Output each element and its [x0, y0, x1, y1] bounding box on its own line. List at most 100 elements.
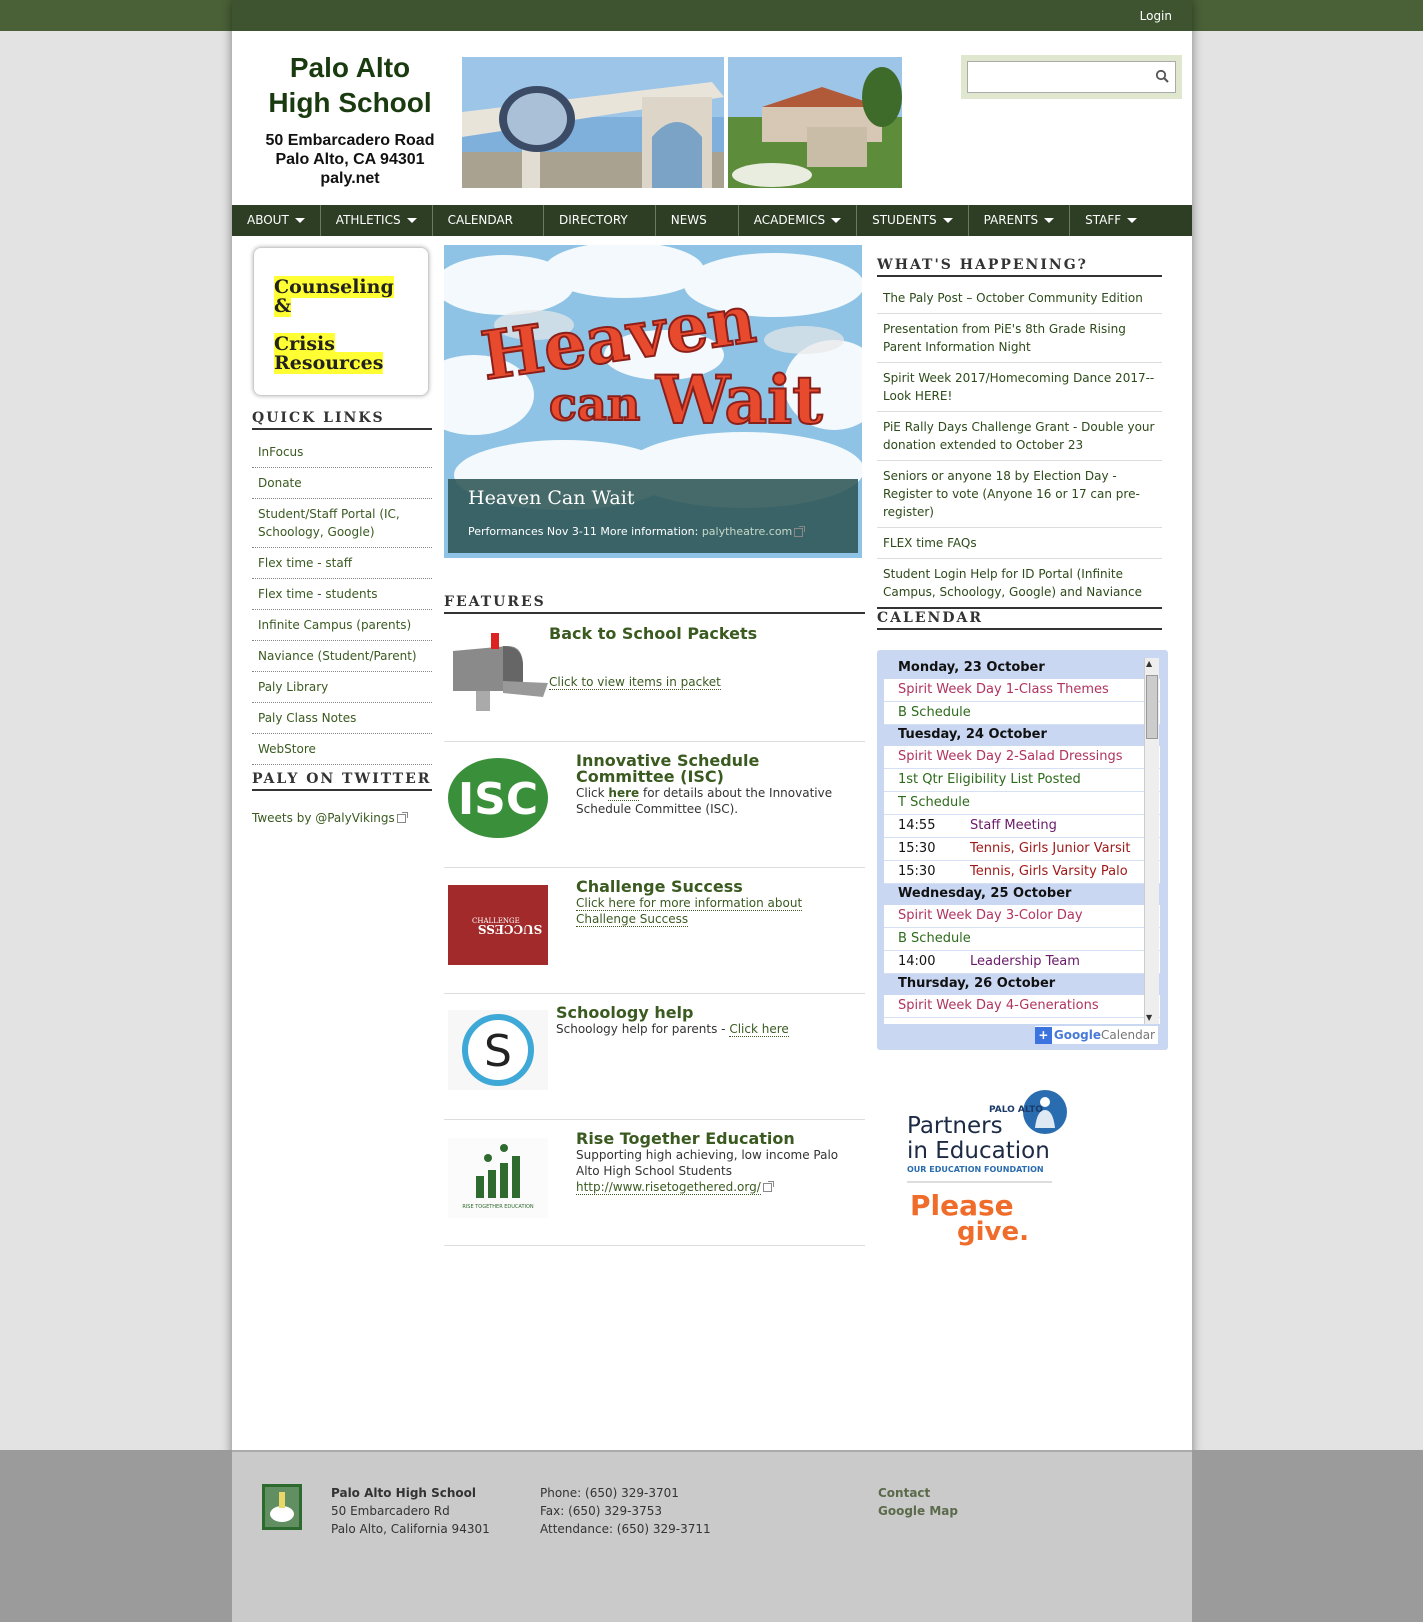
crisis-line2: &: [274, 295, 292, 317]
nav-students[interactable]: STUDENTS: [857, 205, 969, 236]
twitter-title: PALY ON TWITTER: [252, 771, 432, 791]
quick-links-title: QUICK LINKS: [252, 410, 432, 430]
news-item[interactable]: Presentation from PiE's 8th Grade Rising…: [877, 314, 1162, 363]
external-link-icon: [396, 812, 408, 823]
calendar-event[interactable]: 1st Qtr Eligibility List Posted: [884, 769, 1160, 792]
feature-body: Back to School Packets Click to view ite…: [549, 626, 859, 690]
feature-link[interactable]: http://www.risetogethered.org/: [576, 1180, 761, 1195]
event-title: B Schedule: [898, 705, 971, 720]
calendar-event[interactable]: B Schedule: [884, 702, 1160, 725]
calendar-event[interactable]: Spirit Week Day 2-Salad Dressings: [884, 746, 1160, 769]
nav-staff[interactable]: STAFF: [1070, 205, 1152, 236]
calendar-day-header: Wednesday, 25 October: [884, 884, 1160, 905]
pie-donation-banner[interactable]: PALO ALTO Partners in Education OUR EDUC…: [907, 1090, 1077, 1250]
google-calendar-widget: Monday, 23 October Spirit Week Day 1-Clas…: [877, 650, 1168, 1050]
news-item[interactable]: Seniors or anyone 18 by Election Day - R…: [877, 461, 1162, 528]
quick-link-naviance[interactable]: Naviance (Student/Parent): [252, 641, 432, 672]
pie-line1: Partners: [907, 1113, 1003, 1139]
footer: Palo Alto High School 50 Embarcadero Rd …: [232, 1450, 1192, 1622]
hero-slideshow[interactable]: Heaven can Wait Heaven Can Wait Performa…: [444, 245, 862, 558]
footer-contact-link[interactable]: Contact: [878, 1484, 958, 1502]
quick-link-infocus[interactable]: InFocus: [252, 437, 432, 468]
calendar-agenda[interactable]: Monday, 23 October Spirit Week Day 1-Clas…: [884, 658, 1160, 1024]
nav-news[interactable]: NEWS: [656, 205, 739, 236]
twitter-link[interactable]: Tweets by @PalyVikings: [252, 811, 408, 825]
nav-directory[interactable]: DIRECTORY: [544, 205, 656, 236]
news-item[interactable]: FLEX time FAQs: [877, 528, 1162, 559]
search-icon[interactable]: [1155, 69, 1169, 83]
nav-academics[interactable]: ACADEMICS: [739, 205, 858, 236]
quick-link-webstore[interactable]: WebStore: [252, 734, 432, 765]
feature-title[interactable]: Back to School Packets: [549, 626, 859, 642]
schoology-logo: S: [448, 1010, 548, 1090]
calendar-scrollbar[interactable]: ▲ ▼: [1144, 658, 1159, 1024]
calendar-event[interactable]: 15:30 Tennis, Girls Junior Varsit: [884, 838, 1160, 861]
feature-link[interactable]: Click here for more information about Ch…: [576, 896, 803, 927]
success-logo-text: SUCCESS: [478, 922, 542, 936]
scroll-down-icon[interactable]: ▼: [1146, 1013, 1152, 1023]
feature-link[interactable]: here: [608, 786, 640, 801]
feature-rise-together: RISE TOGETHER EDUCATION Rise Together Ed…: [444, 1120, 865, 1246]
footer-address-line1: 50 Embarcadero Rd: [331, 1504, 450, 1518]
feature-title[interactable]: Innovative Schedule Committee (ISC): [576, 753, 856, 785]
nav-about[interactable]: ABOUT: [232, 205, 321, 236]
feature-body: Schoology help Schoology help for parent…: [556, 1005, 856, 1037]
whats-happening-title: WHAT'S HAPPENING?: [877, 257, 1162, 277]
scroll-up-icon[interactable]: ▲: [1146, 659, 1152, 669]
google-calendar-button[interactable]: + Google Calendar: [1034, 1026, 1158, 1044]
quick-link-donate[interactable]: Donate: [252, 468, 432, 499]
feature-title[interactable]: Rise Together Education: [576, 1131, 846, 1147]
quick-link-portal[interactable]: Student/Staff Portal (IC, Schoology, Goo…: [252, 499, 432, 548]
nav-label: DIRECTORY: [558, 213, 628, 227]
calendar-title: CALENDAR: [877, 610, 1162, 630]
calendar-event[interactable]: 14:55 Staff Meeting: [884, 815, 1160, 838]
hero-caption-title: Heaven Can Wait: [468, 487, 635, 509]
nav-label: STAFF: [1085, 213, 1122, 227]
hero-art-can: can: [549, 377, 640, 431]
caret-down-icon: [406, 218, 417, 223]
calendar-event[interactable]: Spirit Week Day 1-Class Themes: [884, 679, 1160, 702]
nav-label: CALENDAR: [447, 213, 513, 227]
main-navigation: ABOUT ATHLETICS CALENDAR DIRECTORY NEWS …: [232, 205, 1192, 236]
external-link-icon: [762, 1181, 774, 1192]
news-item[interactable]: Spirit Week 2017/Homecoming Dance 2017--…: [877, 363, 1162, 412]
quick-link-flex-staff[interactable]: Flex time - staff: [252, 548, 432, 579]
feature-link[interactable]: Click to view items in packet: [549, 675, 721, 690]
crisis-line4: Resources: [274, 352, 384, 374]
news-item[interactable]: PiE Rally Days Challenge Grant - Double …: [877, 412, 1162, 461]
feature-title[interactable]: Schoology help: [556, 1005, 856, 1021]
calendar-event[interactable]: B Schedule: [884, 928, 1160, 951]
isc-logo-text: ISC: [458, 774, 538, 825]
feature-title[interactable]: Challenge Success: [576, 879, 826, 895]
caret-down-icon: [294, 218, 305, 223]
calendar-event[interactable]: T Schedule: [884, 792, 1160, 815]
quick-link-library[interactable]: Paly Library: [252, 672, 432, 703]
quick-link-flex-students[interactable]: Flex time - students: [252, 579, 432, 610]
login-link[interactable]: Login: [1140, 9, 1172, 23]
event-title: Tennis, Girls Junior Varsit: [970, 841, 1131, 856]
nav-calendar[interactable]: CALENDAR: [433, 205, 544, 236]
scrollbar-thumb[interactable]: [1146, 675, 1158, 739]
feature-link[interactable]: Click here: [729, 1022, 789, 1037]
event-time: 14:55: [898, 818, 936, 833]
event-title: 1st Qtr Eligibility List Posted: [898, 772, 1081, 787]
event-title: Spirit Week Day 3-Color Day: [898, 908, 1083, 923]
calendar-event[interactable]: Spirit Week Day 4-Generations: [884, 995, 1160, 1018]
quick-link-class-notes[interactable]: Paly Class Notes: [252, 703, 432, 734]
nav-athletics[interactable]: ATHLETICS: [321, 205, 433, 236]
calendar-day-header: Tuesday, 24 October: [884, 725, 1160, 746]
news-item[interactable]: Student Login Help for ID Portal (Infini…: [877, 559, 1162, 609]
site-logo[interactable]: Palo Alto High School 50 Embarcadero Roa…: [252, 50, 448, 188]
hero-caption-link[interactable]: palytheatre.com: [702, 525, 792, 538]
nav-parents[interactable]: PARENTS: [969, 205, 1071, 236]
quick-link-infinite-campus[interactable]: Infinite Campus (parents): [252, 610, 432, 641]
news-item[interactable]: The Paly Post – October Community Editio…: [877, 283, 1162, 314]
event-title: Staff Meeting: [970, 818, 1057, 833]
crisis-resources-button[interactable]: Counseling & Crisis Resources: [253, 247, 429, 396]
feature-text: Supporting high achieving, low income Pa…: [576, 1148, 839, 1178]
footer-map-link[interactable]: Google Map: [878, 1502, 958, 1520]
calendar-event[interactable]: 14:00 Leadership Team: [884, 951, 1160, 974]
calendar-event[interactable]: 15:30 Tennis, Girls Varsity Palo: [884, 861, 1160, 884]
calendar-event[interactable]: Spirit Week Day 3-Color Day: [884, 905, 1160, 928]
search-input[interactable]: [967, 61, 1176, 93]
